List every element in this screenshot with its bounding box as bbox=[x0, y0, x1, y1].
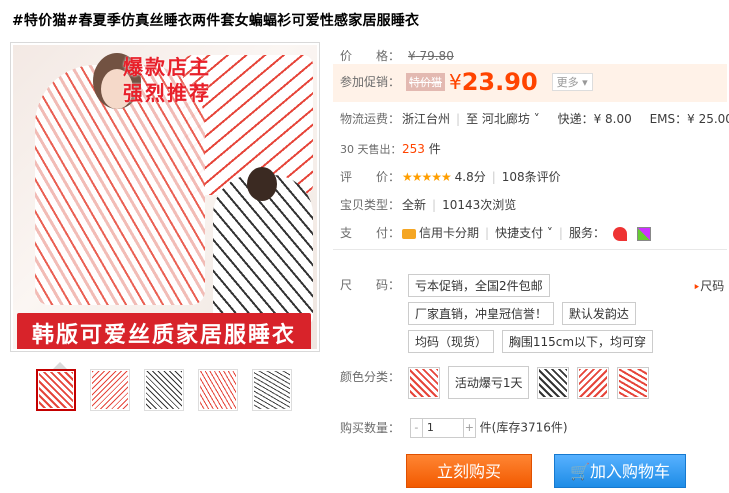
currency-symbol: ¥ bbox=[449, 70, 462, 94]
express-fee: 快递：¥ 8.00 bbox=[557, 112, 632, 126]
add-to-cart-button[interactable]: 🛒加入购物车 bbox=[554, 454, 686, 488]
quantity-input[interactable]: 1 bbox=[423, 419, 463, 437]
stock-count: (库存3716件) bbox=[491, 420, 568, 435]
price-label: 价 格： bbox=[340, 49, 401, 63]
ship-to-select[interactable]: 河北廊坊 ˅ bbox=[482, 112, 540, 126]
shipping-row: 物流运费： 浙江台州 | 至 河北廊坊 ˅ 快递：¥ 8.00 EMS：¥ 25.00 bbox=[340, 110, 729, 127]
quantity-row: 购买数量： - 1 + 件(库存3716件) bbox=[340, 418, 568, 438]
size-label-row: 尺 码： bbox=[340, 276, 402, 293]
product-title: #特价猫#春夏季仿真丝睡衣两件套女蝙蝠衫可爱性感家居服睡衣 bbox=[12, 13, 420, 29]
ship-to-sep: 至 bbox=[466, 112, 479, 126]
rating-score: 4.8分 bbox=[454, 170, 486, 184]
quantity-unit: 件 bbox=[479, 420, 492, 435]
credit-installment[interactable]: 信用卡分期 bbox=[419, 226, 479, 240]
promo-tag: 特价猫 bbox=[406, 73, 445, 91]
service-badge-icon[interactable] bbox=[636, 226, 651, 241]
color-option-text[interactable]: 活动爆亏1天 bbox=[447, 366, 530, 399]
sales-unit: 件 bbox=[428, 142, 441, 156]
size-option[interactable]: 厂家直销，冲皇冠信誉！ bbox=[408, 302, 555, 325]
promotion-label: 参加促销： bbox=[340, 74, 401, 89]
color-options: 活动爆亏1天 bbox=[408, 366, 649, 399]
thumbnail[interactable] bbox=[252, 369, 292, 411]
promo-text-1: 爆款店主 bbox=[123, 55, 211, 79]
quick-pay[interactable]: 快捷支付 ˅ bbox=[495, 226, 553, 240]
main-product-image[interactable]: 爆款店主 强烈推荐 韩版可爱丝质家居服睡衣 bbox=[10, 42, 320, 352]
promo-text-2: 强烈推荐 bbox=[123, 81, 211, 105]
size-chart-label: 尺码 bbox=[700, 279, 725, 293]
add-to-cart-label: 加入购物车 bbox=[589, 462, 670, 481]
color-label-row: 颜色分类： bbox=[340, 368, 402, 385]
promotion-row: 参加促销： 特价猫 ¥23.90 更多 ▾ bbox=[340, 68, 593, 96]
rating-row: 评 价： ★★★★★ 4.8分 | 108条评价 bbox=[340, 170, 561, 184]
color-swatch[interactable] bbox=[408, 366, 440, 399]
thumbnail[interactable] bbox=[36, 369, 76, 411]
size-options-row-1: 亏本促销，全国2件包邮 bbox=[408, 274, 550, 297]
view-count: 10143次浏览 bbox=[442, 198, 517, 212]
model-photo-black bbox=[213, 167, 313, 325]
thumbnail[interactable] bbox=[198, 369, 238, 411]
sales-label: 30 天售出： bbox=[340, 143, 402, 156]
image-banner: 韩版可爱丝质家居服睡衣 bbox=[17, 313, 311, 349]
item-condition: 全新 bbox=[402, 198, 427, 212]
quantity-label: 购买数量： bbox=[340, 420, 401, 435]
buy-now-button[interactable]: 立刻购买 bbox=[406, 454, 532, 488]
thumbnail-list bbox=[36, 369, 292, 411]
review-count-link[interactable]: 108条评价 bbox=[502, 170, 561, 184]
original-price: ¥ 79.80 bbox=[408, 49, 454, 63]
price-row: 价 格： ¥ 79.80 bbox=[340, 47, 454, 64]
service-label: 服务： bbox=[568, 226, 605, 240]
quantity-increase-button[interactable]: + bbox=[462, 419, 475, 437]
size-chart-link[interactable]: ⯈尺码 bbox=[693, 277, 724, 294]
payment-label: 支 付： bbox=[340, 226, 401, 240]
quantity-stepper: - 1 + bbox=[409, 418, 476, 438]
divider bbox=[333, 249, 727, 250]
ship-from: 浙江台州 bbox=[402, 112, 451, 126]
shipping-label: 物流运费： bbox=[340, 112, 401, 126]
size-option[interactable]: 均码（现货） bbox=[408, 330, 495, 353]
sales-row: 30 天售出：253 件 bbox=[340, 140, 441, 157]
credit-card-icon bbox=[402, 228, 416, 239]
size-options-row-2: 厂家直销，冲皇冠信誉！ 默认发韵达 bbox=[408, 302, 636, 325]
item-type-row: 宝贝类型： 全新 | 10143次浏览 bbox=[340, 198, 517, 212]
sales-count: 253 bbox=[402, 142, 425, 156]
size-option[interactable]: 胸围115cm以下，均可穿 bbox=[501, 330, 654, 353]
thumbnail[interactable] bbox=[90, 369, 130, 411]
service-badge-icon[interactable] bbox=[612, 226, 627, 241]
thumb-pointer-icon bbox=[53, 362, 67, 369]
color-swatch[interactable] bbox=[577, 366, 610, 399]
size-option[interactable]: 亏本促销，全国2件包邮 bbox=[408, 274, 550, 297]
color-label: 颜色分类： bbox=[340, 370, 401, 384]
quantity-decrease-button[interactable]: - bbox=[411, 419, 423, 437]
size-label: 尺 码： bbox=[340, 278, 401, 292]
thumbnail[interactable] bbox=[144, 369, 184, 411]
more-promotions-button[interactable]: 更多 ▾ bbox=[551, 73, 593, 91]
size-option[interactable]: 默认发韵达 bbox=[561, 302, 636, 325]
promo-price: 23.90 bbox=[461, 68, 538, 96]
cart-icon: 🛒 bbox=[570, 462, 590, 481]
color-swatch[interactable] bbox=[616, 366, 649, 399]
payment-row: 支 付： 信用卡分期 | 快捷支付 ˅ | 服务： bbox=[340, 224, 651, 241]
rating-stars-icon: ★★★★★ bbox=[402, 170, 452, 184]
size-options-row-3: 均码（现货） 胸围115cm以下，均可穿 bbox=[408, 330, 654, 353]
color-swatch[interactable] bbox=[537, 366, 570, 399]
item-type-label: 宝贝类型： bbox=[340, 198, 401, 212]
rating-label: 评 价： bbox=[340, 170, 401, 184]
ems-fee: EMS：¥ 25.00 bbox=[649, 112, 729, 126]
